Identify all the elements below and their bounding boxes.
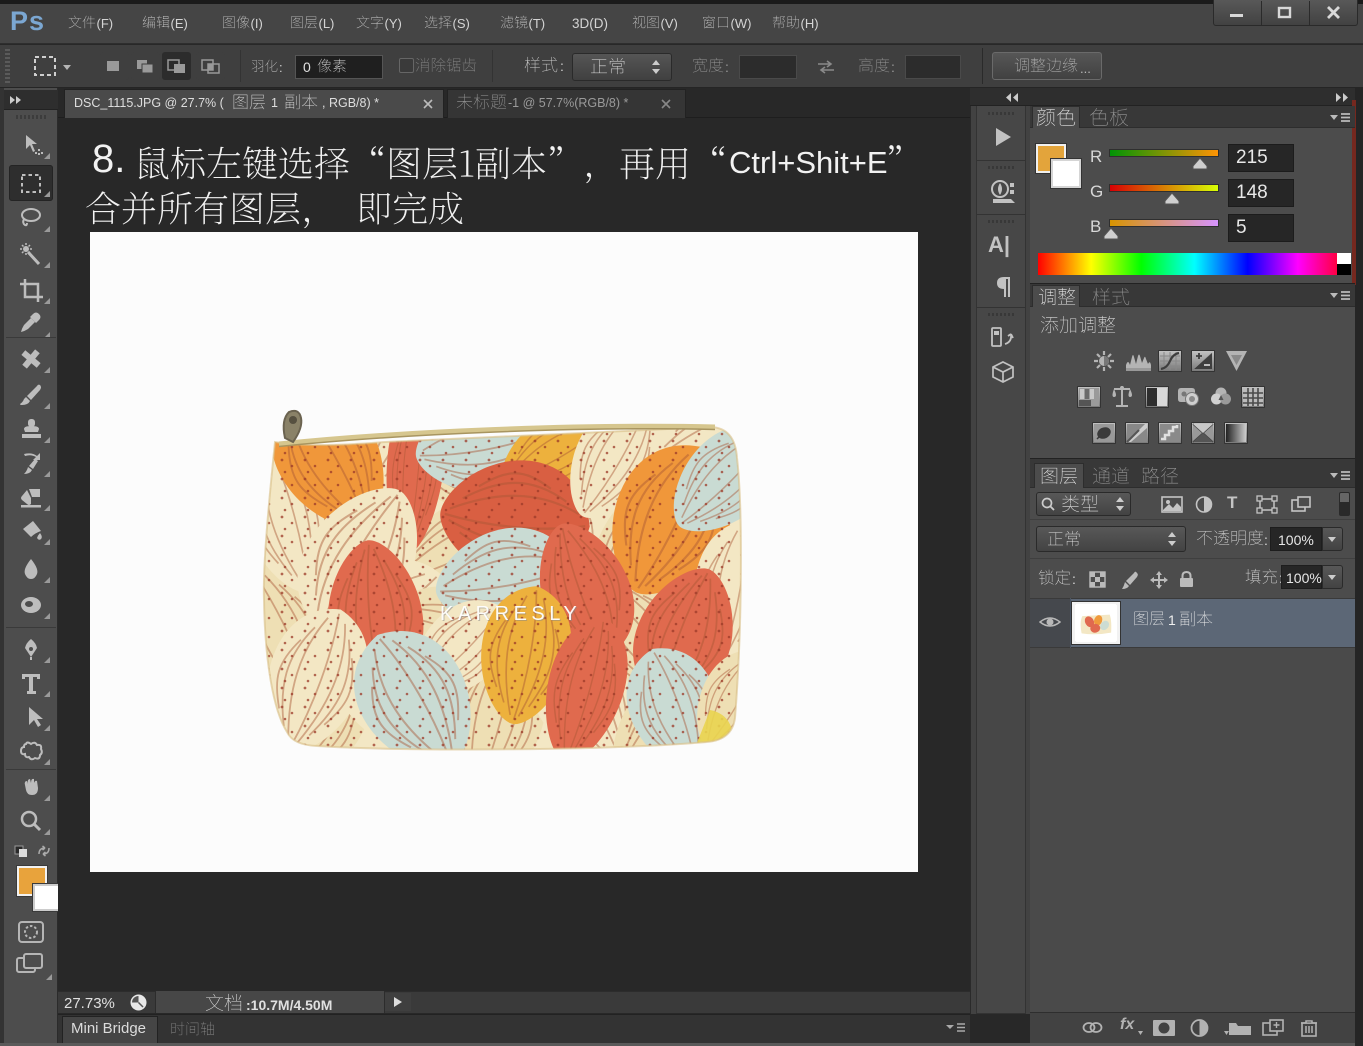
- svg-text:KARRESLY: KARRESLY: [440, 603, 581, 625]
